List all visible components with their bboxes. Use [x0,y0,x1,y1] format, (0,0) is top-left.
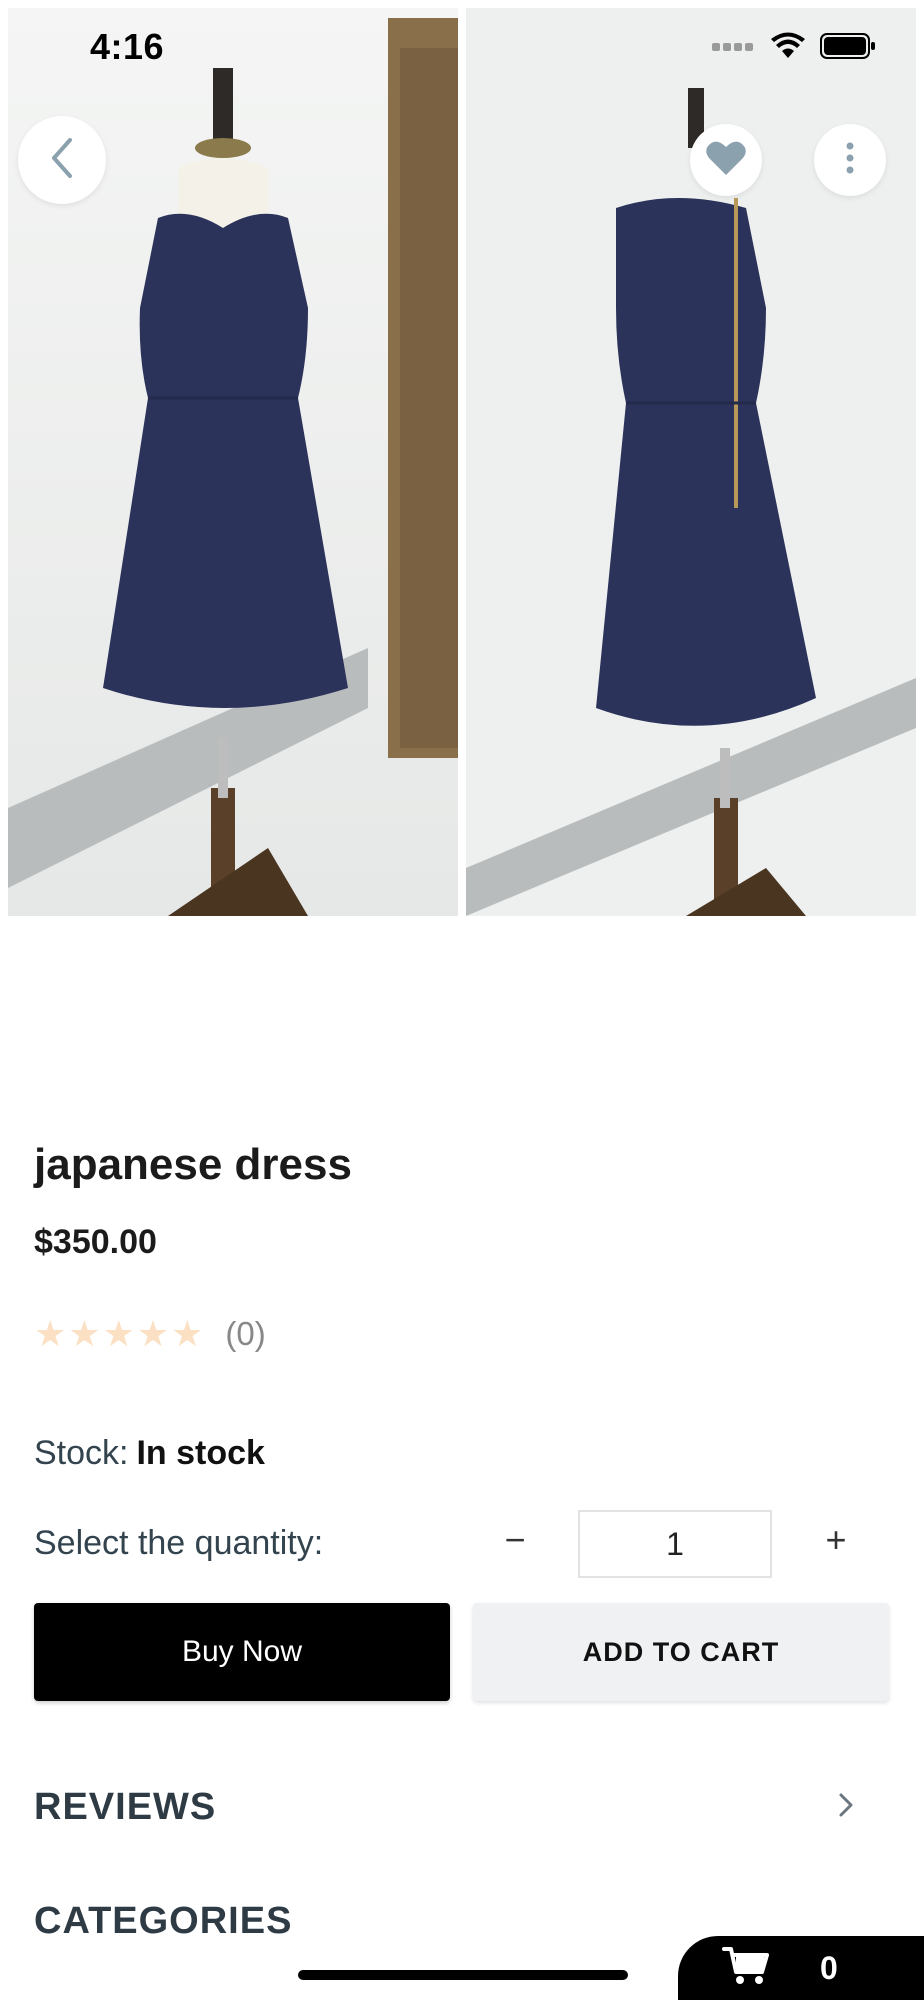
shopping-cart-icon [722,1946,770,1991]
rating[interactable]: ★ ★ ★ ★ ★ (0) [34,1315,266,1353]
star-icon: ★ [102,1313,135,1354]
wifi-icon [770,32,806,65]
battery-icon [820,32,876,65]
chevron-left-icon [46,136,78,185]
product-title: japanese dress [34,1140,352,1189]
stock-value: In stock [136,1434,265,1472]
quantity-increment-button[interactable]: + [816,1510,856,1570]
reviews-section-link[interactable]: REVIEWS [34,1786,856,1829]
home-indicator [298,1970,628,1980]
quantity-label: Select the quantity: [34,1524,324,1562]
star-icon: ★ [136,1313,170,1354]
cart-count: 0 [820,1949,838,1986]
quantity-field[interactable]: 1 [578,1510,772,1578]
star-icon: ★ [68,1313,101,1354]
heart-icon [705,139,747,182]
stock-status: Stock: In stock [34,1434,265,1473]
buy-now-button[interactable]: Buy Now [34,1603,450,1701]
star-icon: ★ [171,1313,204,1354]
status-time: 4:16 [90,26,165,67]
categories-title: CATEGORIES [34,1900,293,1942]
back-button[interactable] [18,116,106,204]
quantity-decrement-button[interactable]: − [495,1510,535,1570]
favorite-button[interactable] [690,124,762,196]
chevron-right-icon [836,1790,856,1825]
reviews-title: REVIEWS [34,1786,217,1828]
stock-label: Stock: [34,1434,129,1472]
status-icons [712,32,876,65]
cart-button[interactable]: 0 [678,1936,924,2000]
product-image-gallery[interactable] [8,8,916,916]
add-to-cart-button[interactable]: ADD TO CART [473,1603,889,1701]
product-price: $350.00 [34,1223,157,1261]
rating-count: (0) [225,1315,266,1352]
star-icon: ★ [34,1313,67,1354]
more-vertical-icon [845,142,855,179]
signal-icon [712,39,756,58]
more-options-button[interactable] [814,124,886,196]
